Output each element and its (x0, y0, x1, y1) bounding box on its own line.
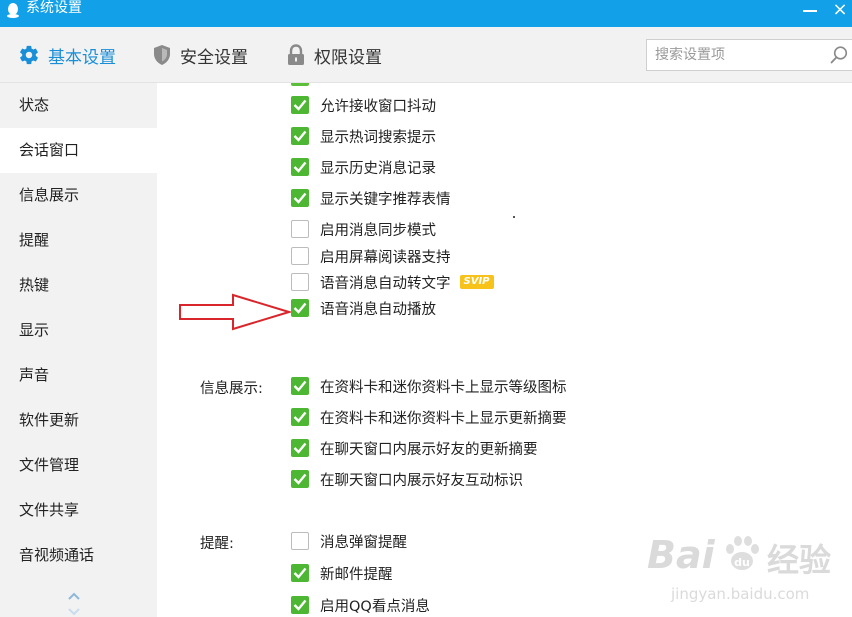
option-friend-update-summary[interactable]: 在聊天窗口内展示好友的更新摘要 (291, 438, 538, 458)
watermark-brand: Bai (647, 533, 715, 577)
tab-permission-settings[interactable]: 权限设置 (286, 27, 382, 83)
option-qq-kandian[interactable]: 启用QQ看点消息 (291, 595, 430, 615)
option-popup-reminder[interactable]: 消息弹窗提醒 (291, 531, 407, 551)
tab-label: 安全设置 (180, 47, 248, 68)
checkbox-unchecked[interactable] (291, 220, 309, 238)
sidebar-item-file-management[interactable]: 文件管理 (0, 443, 157, 488)
option-label: 在资料卡和迷你资料卡上显示更新摘要 (320, 410, 567, 427)
option-new-mail-reminder[interactable]: 新邮件提醒 (291, 563, 393, 583)
checkbox-unchecked[interactable] (291, 532, 309, 550)
checkbox-checked[interactable] (291, 127, 309, 145)
sidebar-item-hotkeys[interactable]: 热键 (0, 263, 157, 308)
title-bar: 系统设置 × (0, 0, 852, 27)
option-label: 语音消息自动播放 (320, 301, 436, 318)
checkbox-checked[interactable] (291, 470, 309, 488)
sidebar-item-file-sharing[interactable]: 文件共享 (0, 488, 157, 533)
scroll-arrows-icon[interactable] (66, 591, 82, 617)
shield-icon (154, 45, 170, 65)
option-label: 显示历史消息记录 (320, 160, 436, 177)
sidebar-item-status[interactable]: 状态 (0, 83, 157, 128)
checkbox-checked[interactable] (291, 189, 309, 207)
checkbox-checked[interactable] (291, 596, 309, 614)
checkbox-checked[interactable] (291, 564, 309, 582)
option-screen-reader[interactable]: 启用屏幕阅读器支持 (291, 246, 451, 266)
checkbox-checked[interactable] (291, 96, 309, 114)
option-label: 在聊天窗口内展示好友的更新摘要 (320, 441, 538, 458)
sidebar-item-reminders[interactable]: 提醒 (0, 218, 157, 263)
sidebar-item-sound[interactable]: 声音 (0, 353, 157, 398)
option-label: 显示关键字推荐表情 (320, 191, 451, 208)
lock-icon (288, 44, 304, 65)
option-label: 允许接收窗口抖动 (320, 98, 436, 115)
sidebar-item-info-display[interactable]: 信息展示 (0, 173, 157, 218)
option-voice-to-text[interactable]: 语音消息自动转文字 SVIP (291, 272, 494, 292)
section-title-reminders: 提醒: (200, 536, 234, 552)
tab-basic-settings[interactable]: 基本设置 (18, 27, 116, 83)
option-label: 消息弹窗提醒 (320, 534, 407, 551)
paw-icon: du (726, 536, 759, 570)
option-level-icon[interactable]: 在资料卡和迷你资料卡上显示等级图标 (291, 376, 567, 396)
checkbox-partial (291, 83, 309, 86)
option-label: 显示热词搜索提示 (320, 129, 436, 146)
settings-content: 允许接收窗口抖动 显示热词搜索提示 显示历史消息记录 显示关键字推荐表情 启用消… (157, 83, 852, 617)
section-title-info-display: 信息展示: (200, 381, 263, 397)
option-label: 在资料卡和迷你资料卡上显示等级图标 (320, 379, 567, 396)
option-hot-word-hint[interactable]: 显示热词搜索提示 (291, 126, 436, 146)
checkbox-unchecked[interactable] (291, 273, 309, 291)
sidebar-item-display[interactable]: 显示 (0, 308, 157, 353)
search-icon[interactable] (829, 45, 849, 65)
option-voice-autoplay[interactable]: 语音消息自动播放 (291, 298, 436, 318)
close-button[interactable]: × (830, 0, 850, 20)
watermark-brand-cn: 经验 (767, 541, 832, 579)
option-message-sync[interactable]: 启用消息同步模式 (291, 219, 436, 239)
search-box (646, 39, 852, 71)
watermark-url: jingyan.baidu.com (671, 585, 810, 603)
option-label: 语音消息自动转文字 (320, 275, 451, 292)
option-update-summary-card[interactable]: 在资料卡和迷你资料卡上显示更新摘要 (291, 407, 567, 427)
tab-bar: 基本设置 安全设置 权限设置 (0, 27, 852, 83)
sidebar-item-session-window[interactable]: 会话窗口 (0, 128, 157, 173)
option-history-messages[interactable]: 显示历史消息记录 (291, 157, 436, 177)
tab-label: 权限设置 (314, 47, 382, 68)
svip-badge: SVIP (459, 275, 494, 289)
tab-label: 基本设置 (48, 47, 116, 68)
sidebar-item-av-call[interactable]: 音视频通话 (0, 533, 157, 578)
checkbox-checked[interactable] (291, 158, 309, 176)
window-title: 系统设置 (26, 0, 82, 16)
option-keyword-emoji[interactable]: 显示关键字推荐表情 (291, 188, 451, 208)
option-label: 启用屏幕阅读器支持 (320, 249, 451, 266)
minimize-button[interactable] (803, 10, 817, 12)
option-interaction-mark[interactable]: 在聊天窗口内展示好友互动标识 (291, 469, 523, 489)
red-arrow-annotation (179, 293, 291, 331)
checkbox-checked[interactable] (291, 439, 309, 457)
baidu-jingyan-watermark: Bai du 经验 jingyan.baidu.com (645, 527, 850, 617)
checkbox-checked[interactable] (291, 299, 309, 317)
tab-security-settings[interactable]: 安全设置 (152, 27, 248, 83)
stray-dot (513, 216, 515, 218)
option-allow-window-shake[interactable]: 允许接收窗口抖动 (291, 95, 436, 115)
search-input[interactable] (655, 40, 825, 70)
svg-text:du: du (734, 556, 750, 569)
option-label: 启用消息同步模式 (320, 222, 436, 239)
checkbox-unchecked[interactable] (291, 247, 309, 265)
option-label: 启用QQ看点消息 (320, 598, 430, 615)
sidebar-item-software-update[interactable]: 软件更新 (0, 398, 157, 443)
checkbox-checked[interactable] (291, 408, 309, 426)
option-label: 新邮件提醒 (320, 566, 393, 583)
checkbox-checked[interactable] (291, 377, 309, 395)
qq-penguin-icon (7, 3, 19, 18)
sidebar: 状态 会话窗口 信息展示 提醒 热键 显示 声音 软件更新 文件管理 文件共享 … (0, 83, 157, 617)
gear-icon (20, 45, 38, 65)
option-label: 在聊天窗口内展示好友互动标识 (320, 472, 523, 489)
